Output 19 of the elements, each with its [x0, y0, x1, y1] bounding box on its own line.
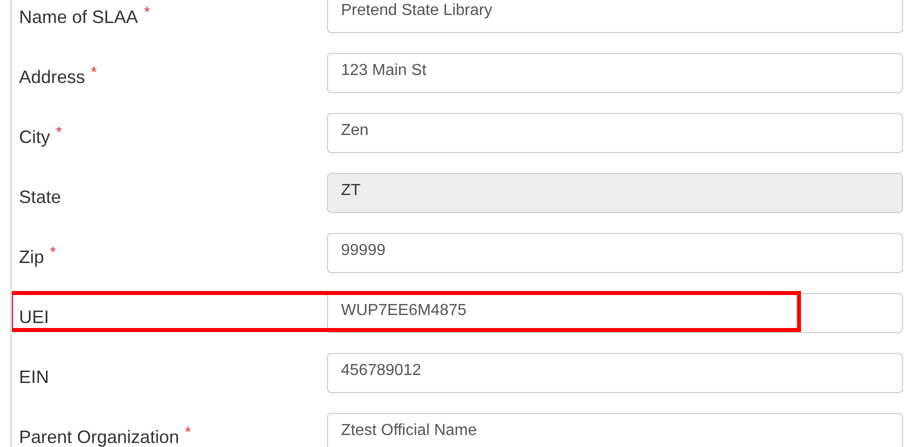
required-mark: * — [50, 244, 56, 262]
text-field[interactable]: 99999 — [327, 233, 903, 273]
field-label: Name of SLAA — [19, 6, 138, 29]
field-label: UEI — [19, 306, 50, 329]
field-label: Parent Organization — [19, 426, 180, 447]
field-label: Zip — [19, 246, 44, 269]
field-label: City — [19, 126, 50, 149]
required-mark: * — [144, 4, 150, 22]
field-label: Address — [19, 66, 86, 89]
required-mark: * — [185, 424, 191, 442]
text-field[interactable]: 456789012 — [327, 353, 903, 393]
text-field[interactable]: 123 Main St — [327, 53, 903, 93]
text-field[interactable]: Pretend State Library — [327, 0, 903, 33]
required-mark: * — [56, 124, 62, 142]
text-field[interactable]: Zen — [327, 113, 903, 153]
field-label: EIN — [19, 366, 50, 389]
field-label: State — [19, 186, 62, 209]
required-mark: * — [91, 64, 97, 82]
text-field[interactable]: Ztest Official Name — [327, 413, 903, 447]
